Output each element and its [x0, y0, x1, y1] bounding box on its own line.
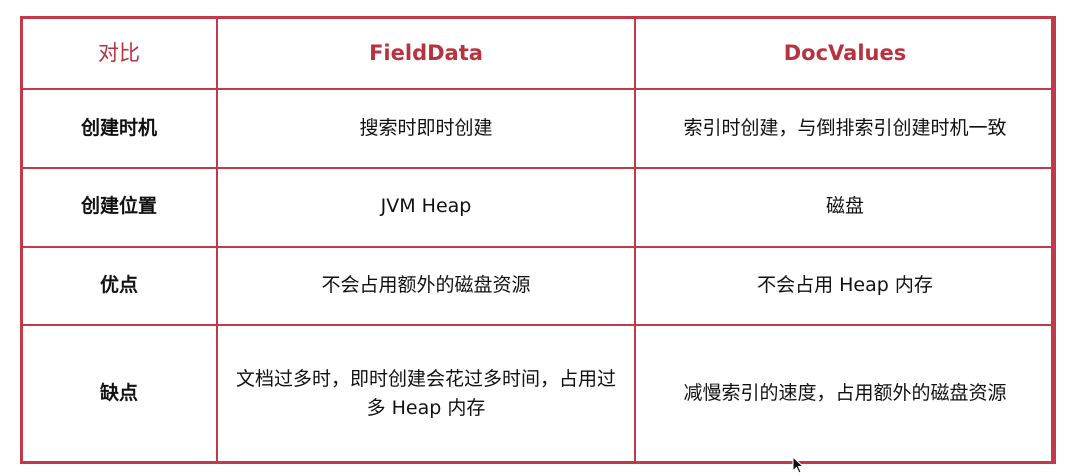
cell-docvalues-disadvantages: 减慢索引的速度，占用额外的磁盘资源	[634, 324, 1056, 464]
cell-fielddata-creation-location: JVM Heap	[216, 166, 636, 248]
header-docvalues: DocValues	[634, 16, 1056, 90]
table-row-disadvantages: 缺点 文档过多时，即时创建会花过多时间，占用过多 Heap 内存 减慢索引的速度…	[20, 324, 1056, 464]
cell-fielddata-creation-timing: 搜索时即时创建	[216, 88, 636, 169]
row-label-creation-location: 创建位置	[20, 166, 218, 248]
row-label-disadvantages: 缺点	[20, 324, 218, 464]
table-row-advantages: 优点 不会占用额外的磁盘资源 不会占用 Heap 内存	[20, 245, 1056, 327]
mouse-cursor-icon	[792, 455, 805, 474]
table-row-creation-location: 创建位置 JVM Heap 磁盘	[20, 166, 1056, 248]
table-row-creation-timing: 创建时机 搜索时即时创建 索引时创建，与倒排索引创建时机一致	[20, 88, 1056, 169]
row-label-creation-timing: 创建时机	[20, 88, 218, 169]
cell-fielddata-disadvantages: 文档过多时，即时创建会花过多时间，占用过多 Heap 内存	[216, 324, 636, 464]
header-compare: 对比	[20, 16, 218, 90]
cell-docvalues-advantages: 不会占用 Heap 内存	[634, 245, 1056, 327]
cell-docvalues-creation-timing: 索引时创建，与倒排索引创建时机一致	[634, 88, 1056, 169]
header-fielddata: FieldData	[216, 16, 636, 90]
cell-docvalues-creation-location: 磁盘	[634, 166, 1056, 248]
table-header-row: 对比 FieldData DocValues	[20, 16, 1056, 90]
cell-fielddata-advantages: 不会占用额外的磁盘资源	[216, 245, 636, 327]
row-label-advantages: 优点	[20, 245, 218, 327]
comparison-table: 对比 FieldData DocValues 创建时机 搜索时即时创建 索引时创…	[20, 16, 1056, 464]
